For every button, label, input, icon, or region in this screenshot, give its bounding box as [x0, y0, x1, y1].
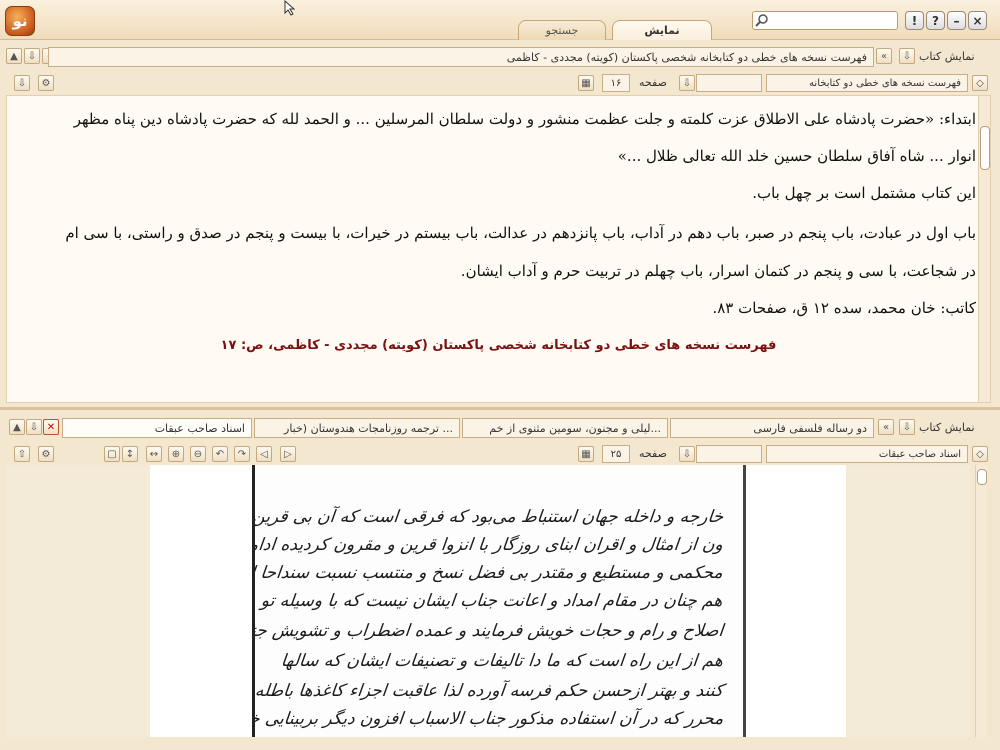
- open-book-tab[interactable]: لیلی و مجنون، سومین مثنوی از خم...: [462, 418, 668, 438]
- book-selector[interactable]: اسناد صاحب عبقات: [766, 445, 968, 463]
- app-logo: نو: [5, 6, 35, 36]
- settings-wrench-icon[interactable]: ⚙: [38, 75, 54, 91]
- title-bar: نو جستجو نمایش ! ? – ×: [0, 0, 1000, 40]
- book-view-icon[interactable]: ▦: [578, 446, 594, 462]
- text-line: کاتب: خان محمد، سده ۱۲ ق، صفحات ۸۳.: [712, 299, 976, 317]
- manuscript-line: هم چنان در مقام امداد و اعانت جناب ایشان…: [260, 591, 725, 611]
- page-dropdown-icon[interactable]: ⇩: [679, 75, 695, 91]
- page-image-viewer[interactable]: خارجه و داخله جهان استنباط می‌بود که فرق…: [6, 465, 970, 737]
- image-scrollbar[interactable]: [975, 465, 987, 737]
- fit-height-icon[interactable]: ↕: [122, 446, 138, 462]
- tab-display[interactable]: نمایش: [612, 20, 712, 40]
- dropdown-arrow-icon[interactable]: ⇩: [24, 48, 40, 64]
- next-page-icon[interactable]: ▷: [280, 446, 296, 462]
- manuscript-line: محکمی و مستطیع و مقتدر بی فضل نسخ و منتس…: [252, 563, 725, 583]
- settings-wrench-icon[interactable]: ⚙: [38, 446, 54, 462]
- manuscript-page-image: خارجه و داخله جهان استنباط می‌بود که فرق…: [252, 465, 746, 737]
- book-selector[interactable]: فهرست نسخه های خطی دو کتابخانه: [766, 74, 968, 92]
- open-book-tab[interactable]: اسناد صاحب عبقات: [62, 418, 252, 438]
- manuscript-line: اصلاح و رام و حجات خویش فرمایند و عمده ا…: [252, 621, 725, 641]
- page-label: صفحه: [639, 76, 667, 89]
- manuscript-line: محرر که در آن استفاده مذکور جناب الاسباب…: [252, 709, 725, 729]
- previous-page-icon[interactable]: ◁: [256, 446, 272, 462]
- text-scrollbar[interactable]: [978, 96, 990, 402]
- text-line: انوار ... شاه آفاق سلطان حسین خلد الله ت…: [617, 147, 976, 165]
- minimize-button[interactable]: –: [947, 11, 966, 30]
- book-dropdown-icon[interactable]: ⇩: [899, 419, 915, 435]
- rotate-right-icon[interactable]: ↷: [234, 446, 250, 462]
- fit-width-icon[interactable]: ↔: [146, 446, 162, 462]
- page-number-field[interactable]: ۱۶: [602, 74, 630, 92]
- jump-up-icon[interactable]: ⇧: [14, 446, 30, 462]
- scroll-up-arrow-icon[interactable]: ▲: [6, 48, 22, 64]
- show-book-label: نمایش کتاب: [919, 50, 975, 63]
- book-title-field[interactable]: فهرست نسخه های خطی دو کتابخانه شخصی پاکس…: [48, 47, 874, 67]
- scroll-up-arrow-icon[interactable]: ▲: [9, 419, 25, 435]
- bottom-book-tabs-bar: ✕ ⇩ ▲ اسناد صاحب عبقات ترجمه روزنامجات ه…: [6, 418, 992, 438]
- search-icon[interactable]: [755, 13, 769, 27]
- nav-right-icon[interactable]: «: [876, 48, 892, 64]
- info-button[interactable]: !: [905, 11, 924, 30]
- mouse-cursor-icon: [284, 0, 296, 16]
- help-button[interactable]: ?: [926, 11, 945, 30]
- close-button[interactable]: ×: [968, 11, 987, 30]
- text-line: در شجاعت، با سی و پنجم در کتمان اسرار، ب…: [460, 262, 976, 280]
- book-text-panel: ابتداء: «حضرت پادشاه علی الاطلاق عزت کلم…: [6, 95, 991, 403]
- rotate-left-icon[interactable]: ↶: [212, 446, 228, 462]
- top-page-toolbar: ⇩ ⚙ ▦ ۱۶ صفحه ⇩ فهرست نسخه های خطی دو کت…: [6, 73, 992, 93]
- book-view-icon[interactable]: ▦: [578, 75, 594, 91]
- book-dropdown-icon[interactable]: ⇩: [899, 48, 915, 64]
- manuscript-line: کنند و بهتر ازحسن حکم فرسه آورده لذا عاق…: [253, 681, 725, 701]
- page-number-field[interactable]: ۲۵: [602, 445, 630, 463]
- open-book-tab[interactable]: دو رساله فلسفی فارسی: [670, 418, 874, 438]
- tab-search[interactable]: جستجو: [518, 20, 606, 40]
- scrollbar-thumb[interactable]: [980, 126, 990, 170]
- manuscript-line: هم از این راه است که ما دا تالیفات و تصن…: [279, 651, 725, 671]
- search-input[interactable]: [752, 11, 898, 30]
- text-line: باب اول در عبادت، باب پنجم در صبر، باب د…: [65, 224, 976, 242]
- nav-right-icon[interactable]: «: [878, 419, 894, 435]
- manuscript-line: خارجه و داخله جهان استنباط می‌بود که فرق…: [252, 507, 725, 527]
- top-book-toolbar: ▲ ⇩ « فهرست نسخه های خطی دو کتابخانه شخص…: [6, 47, 992, 67]
- page-citation: فهرست نسخه های خطی دو کتابخانه شخصی پاکس…: [220, 338, 777, 353]
- fit-page-icon[interactable]: ▢: [104, 446, 120, 462]
- page-dropdown-icon[interactable]: ⇩: [679, 446, 695, 462]
- manuscript-line: ون از امثال و اقران ابنای روزگار با انزو…: [252, 535, 725, 555]
- page-search-field[interactable]: [696, 445, 762, 463]
- tag-icon[interactable]: ◇: [972, 75, 988, 91]
- show-book-label: نمایش کتاب: [919, 421, 975, 434]
- text-line: ابتداء: «حضرت پادشاه علی الاطلاق عزت کلم…: [73, 110, 976, 128]
- page-search-field[interactable]: [696, 74, 762, 92]
- panel-splitter[interactable]: [0, 407, 1000, 410]
- tabs-dropdown-icon[interactable]: ⇩: [26, 419, 42, 435]
- scrollbar-thumb[interactable]: [977, 469, 987, 485]
- page-label: صفحه: [639, 447, 667, 460]
- zoom-in-icon[interactable]: ⊕: [168, 446, 184, 462]
- zoom-out-icon[interactable]: ⊖: [190, 446, 206, 462]
- text-line: این کتاب مشتمل است بر چهل باب.: [752, 184, 976, 202]
- tag-icon[interactable]: ◇: [972, 446, 988, 462]
- image-toolbar: ⇧ ⚙ ▢ ↕ ↔ ⊕ ⊖ ↶ ↷ ◁ ▷ ▦ ۲۵ صفحه ⇩ اسناد …: [6, 444, 992, 464]
- open-book-tab[interactable]: ترجمه روزنامجات هندوستان (خبار ...: [254, 418, 460, 438]
- close-tab-icon[interactable]: ✕: [43, 419, 59, 435]
- jump-down-icon[interactable]: ⇩: [14, 75, 30, 91]
